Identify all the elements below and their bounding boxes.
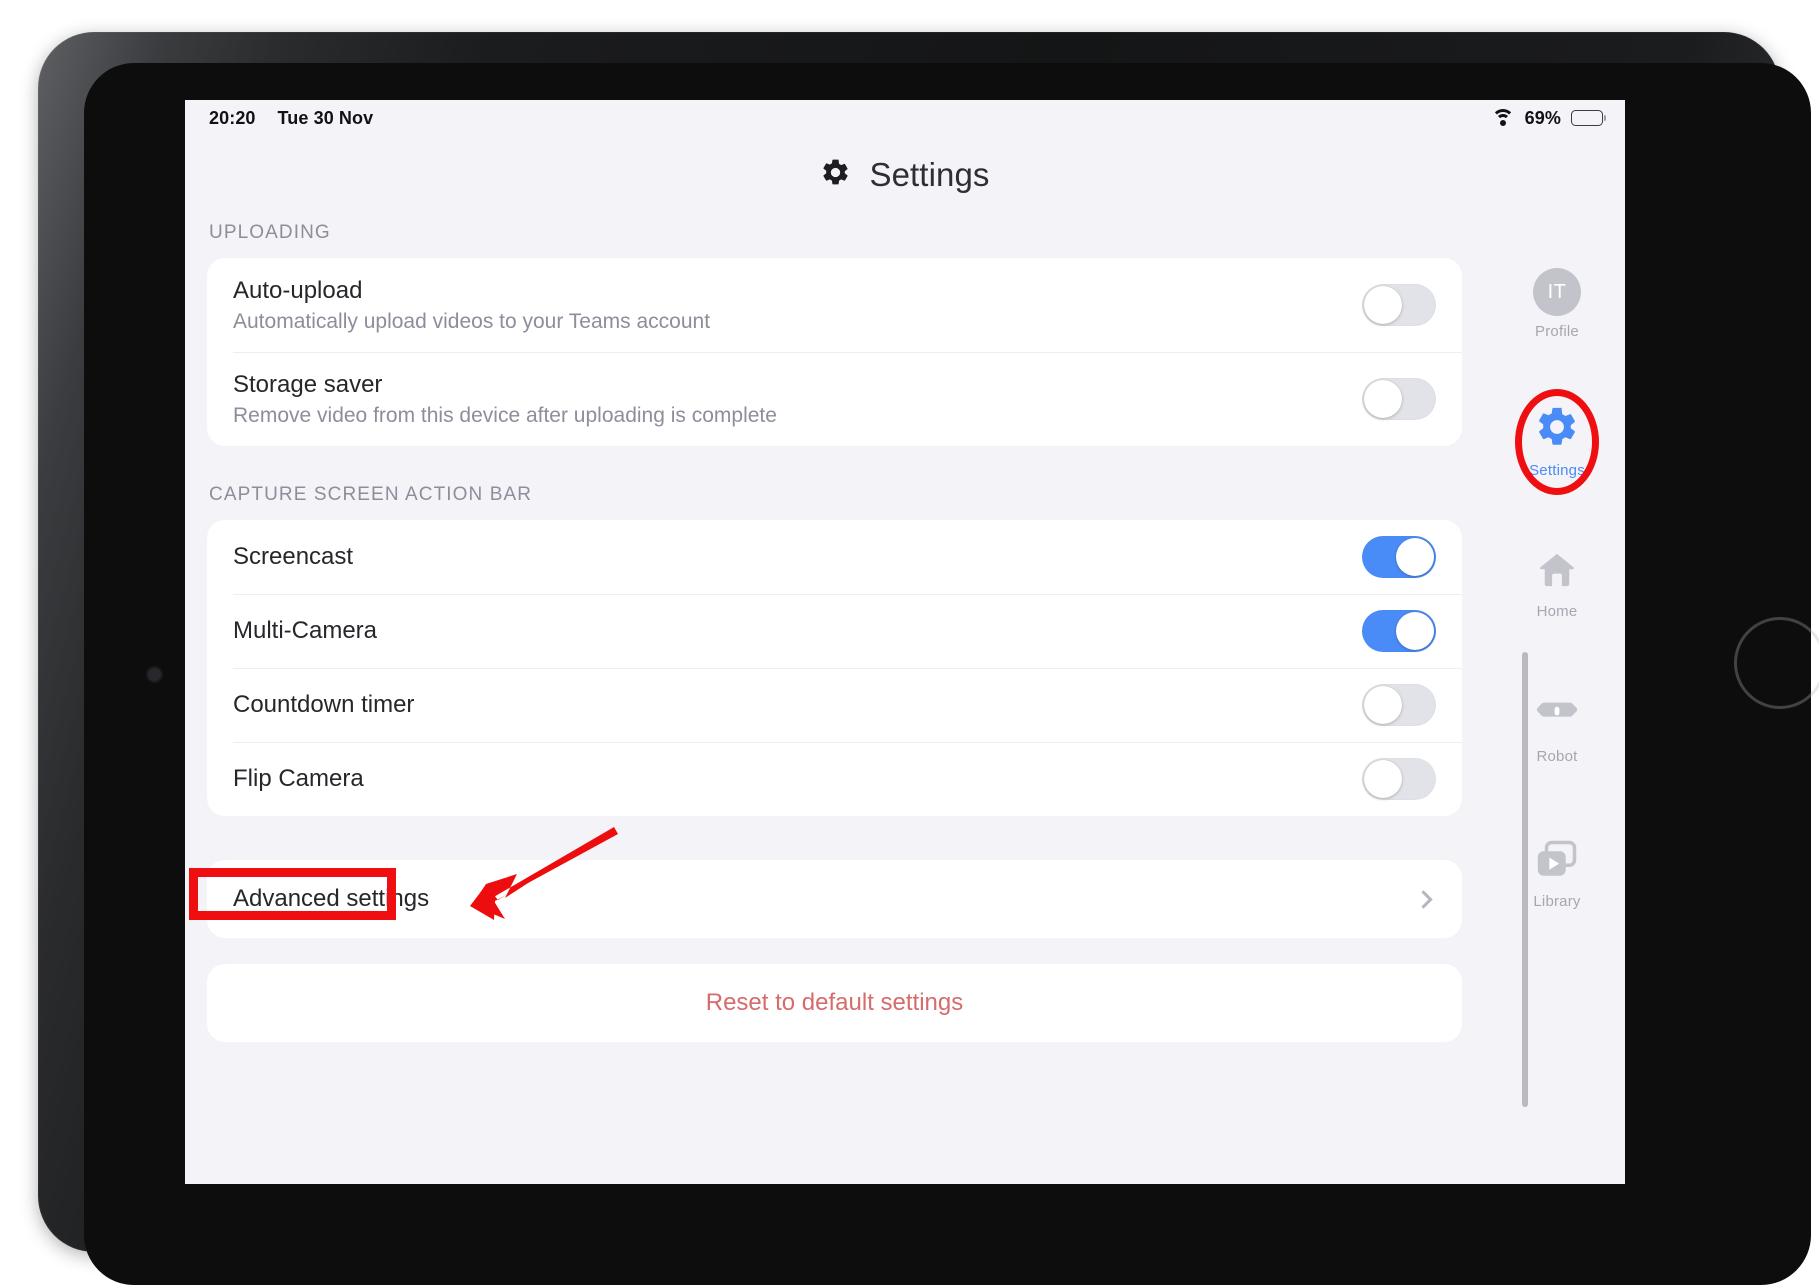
gear-icon (1534, 404, 1580, 455)
rail-item-settings[interactable]: Settings (1502, 388, 1612, 495)
row-texts: Multi-Camera (233, 617, 1362, 645)
rail-label: Home (1536, 603, 1578, 620)
status-bar: 20:20 Tue 30 Nov 69% (185, 100, 1625, 136)
rail-label: Robot (1536, 748, 1578, 765)
setting-row-auto-upload[interactable]: Auto-upload Automatically upload videos … (207, 258, 1462, 352)
setting-subtitle: Automatically upload videos to your Team… (233, 309, 711, 333)
rail-item-profile[interactable]: IT Profile (1502, 268, 1612, 340)
setting-title: Countdown timer (233, 691, 415, 718)
status-date: Tue 30 Nov (277, 107, 374, 128)
reset-card: Reset to default settings (207, 964, 1462, 1042)
toggle-auto-upload[interactable] (1362, 284, 1436, 326)
row-texts: Storage saver Remove video from this dev… (233, 371, 1362, 428)
home-button[interactable] (1734, 617, 1819, 709)
setting-row-storage-saver[interactable]: Storage saver Remove video from this dev… (207, 352, 1462, 446)
row-texts: Auto-upload Automatically upload videos … (233, 277, 1362, 334)
right-navigation-rail: IT Profile Settings Home Robot Library (1489, 220, 1625, 1184)
page-header: Settings (185, 156, 1625, 194)
advanced-settings-card: Advanced settings (207, 860, 1462, 938)
setting-title: Storage saver (233, 370, 383, 398)
row-texts: Countdown timer (233, 691, 1362, 719)
tablet-screen: 20:20 Tue 30 Nov 69% Settings UPLOADING … (185, 100, 1625, 1184)
page-title: Settings (869, 156, 990, 193)
library-icon (1533, 839, 1581, 886)
toggle-storage-saver[interactable] (1362, 378, 1436, 420)
front-camera-icon (148, 668, 161, 681)
home-icon (1535, 549, 1579, 596)
setting-row-flip-camera[interactable]: Flip Camera (207, 742, 1462, 816)
rail-label: Settings (1529, 462, 1585, 479)
row-texts: Flip Camera (233, 765, 1362, 793)
reset-to-default-settings-button[interactable]: Reset to default settings (207, 964, 1462, 1042)
battery-percent-label: 69% (1524, 107, 1561, 128)
uploading-card: Auto-upload Automatically upload videos … (207, 258, 1462, 446)
setting-title: Screencast (233, 543, 354, 570)
section-label-uploading: UPLOADING (209, 222, 331, 243)
setting-title: Auto-upload (233, 276, 363, 304)
rail-item-library[interactable]: Library (1502, 839, 1612, 910)
robot-icon (1533, 696, 1581, 741)
setting-title: Flip Camera (233, 765, 364, 792)
setting-title: Multi-Camera (233, 617, 378, 644)
status-bar-right: 69% (1491, 107, 1606, 129)
advanced-settings-label: Advanced settings (233, 885, 430, 912)
battery-icon (1571, 110, 1606, 126)
setting-row-screencast[interactable]: Screencast (207, 520, 1462, 594)
toggle-multi-camera[interactable] (1362, 610, 1436, 652)
setting-row-advanced-settings[interactable]: Advanced settings (207, 860, 1462, 938)
rail-item-home[interactable]: Home (1502, 549, 1612, 620)
status-bar-left: 20:20 Tue 30 Nov (209, 108, 373, 129)
toggle-screencast[interactable] (1362, 536, 1436, 578)
avatar: IT (1533, 268, 1581, 316)
gear-icon (820, 157, 851, 193)
toggle-flip-camera[interactable] (1362, 758, 1436, 800)
capture-action-bar-card: Screencast Multi-Camera Countdown timer … (207, 520, 1462, 816)
section-label-capture-screen-action-bar: CAPTURE SCREEN ACTION BAR (209, 484, 533, 505)
setting-subtitle: Remove video from this device after uplo… (233, 403, 777, 427)
wifi-icon (1491, 109, 1515, 127)
status-time: 20:20 (209, 107, 256, 128)
row-texts: Advanced settings (233, 885, 1417, 913)
row-texts: Screencast (233, 543, 1362, 571)
chevron-right-icon (1414, 889, 1433, 909)
toggle-countdown-timer[interactable] (1362, 684, 1436, 726)
rail-label: Library (1533, 893, 1581, 910)
settings-content: UPLOADING Auto-upload Automatically uplo… (185, 220, 1480, 1184)
setting-row-countdown-timer[interactable]: Countdown timer (207, 668, 1462, 742)
rail-label: Profile (1535, 323, 1579, 340)
setting-row-multi-camera[interactable]: Multi-Camera (207, 594, 1462, 668)
rail-item-robot[interactable]: Robot (1502, 696, 1612, 765)
